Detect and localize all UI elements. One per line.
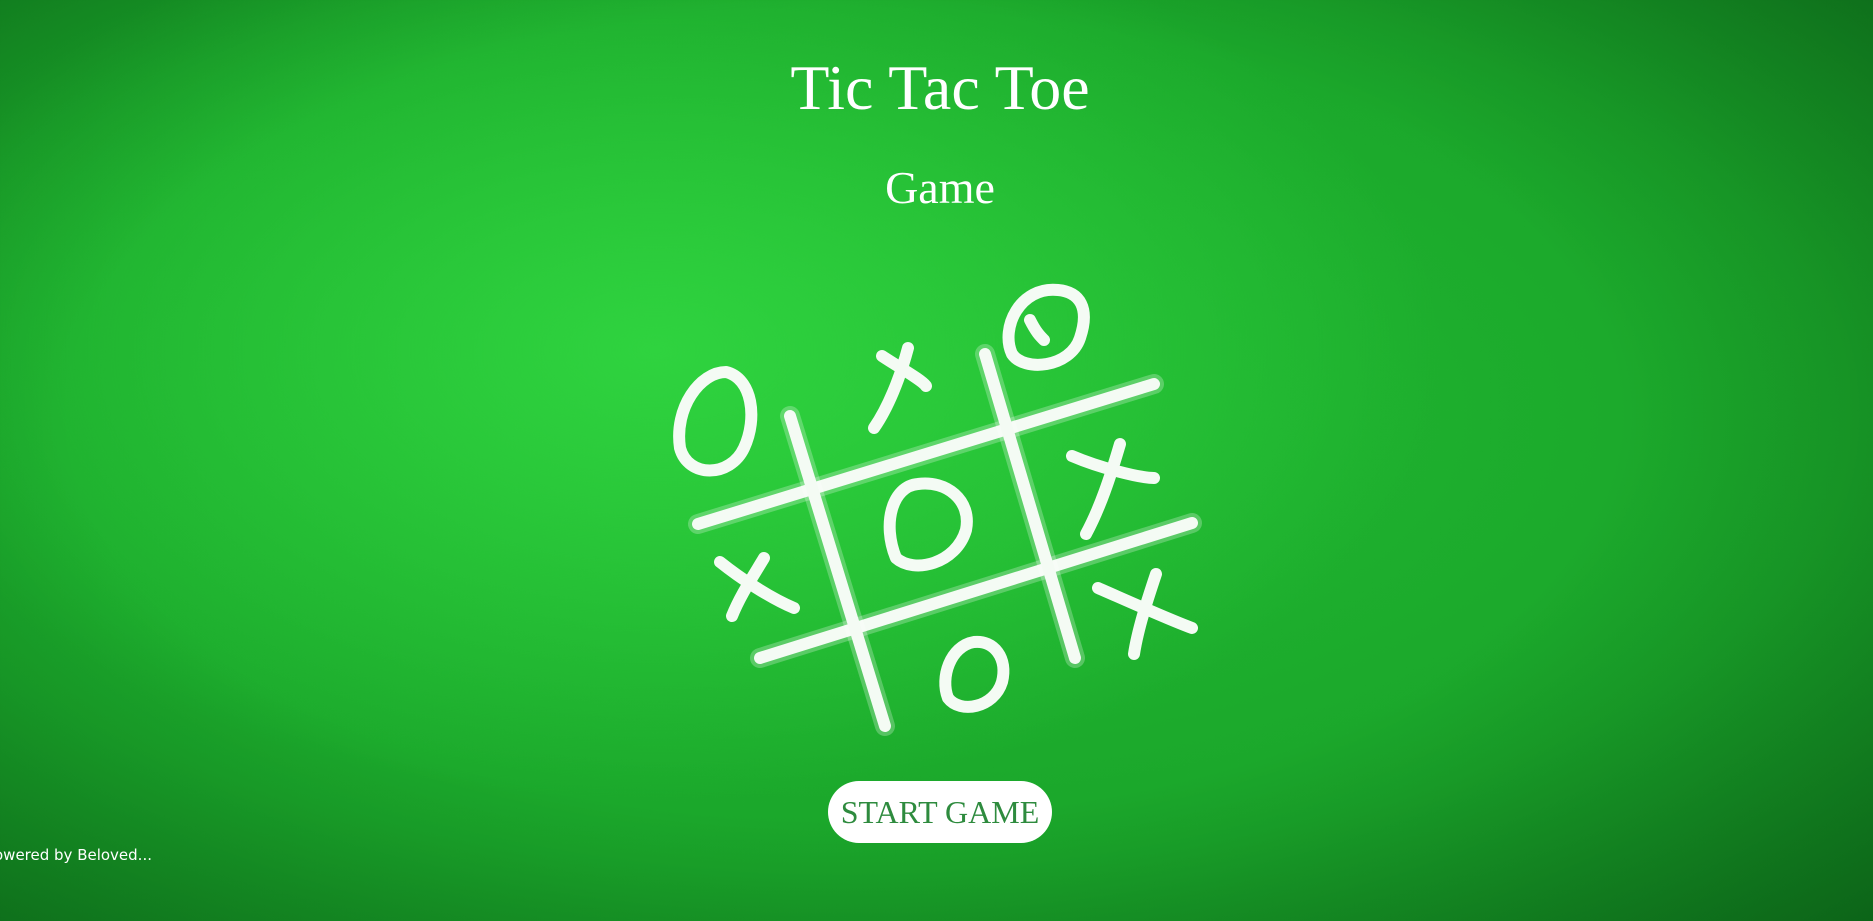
center-o-mark xyxy=(883,477,973,572)
bottom-right-x-mark xyxy=(1092,568,1198,660)
page-subtitle: Game xyxy=(885,162,995,213)
tic-tac-toe-illustration xyxy=(660,268,1220,748)
footer-credit: owered by Beloved... xyxy=(0,846,152,864)
middle-right-x-mark xyxy=(1066,438,1160,540)
start-game-button[interactable]: START GAME xyxy=(828,781,1052,843)
top-left-o-mark xyxy=(673,366,758,477)
bottom-middle-o-mark xyxy=(939,635,1010,713)
top-right-o-mark xyxy=(1002,283,1090,371)
top-middle-x-mark xyxy=(868,342,932,434)
page-title: Tic Tac Toe xyxy=(790,52,1090,123)
middle-left-x-mark xyxy=(714,552,800,622)
